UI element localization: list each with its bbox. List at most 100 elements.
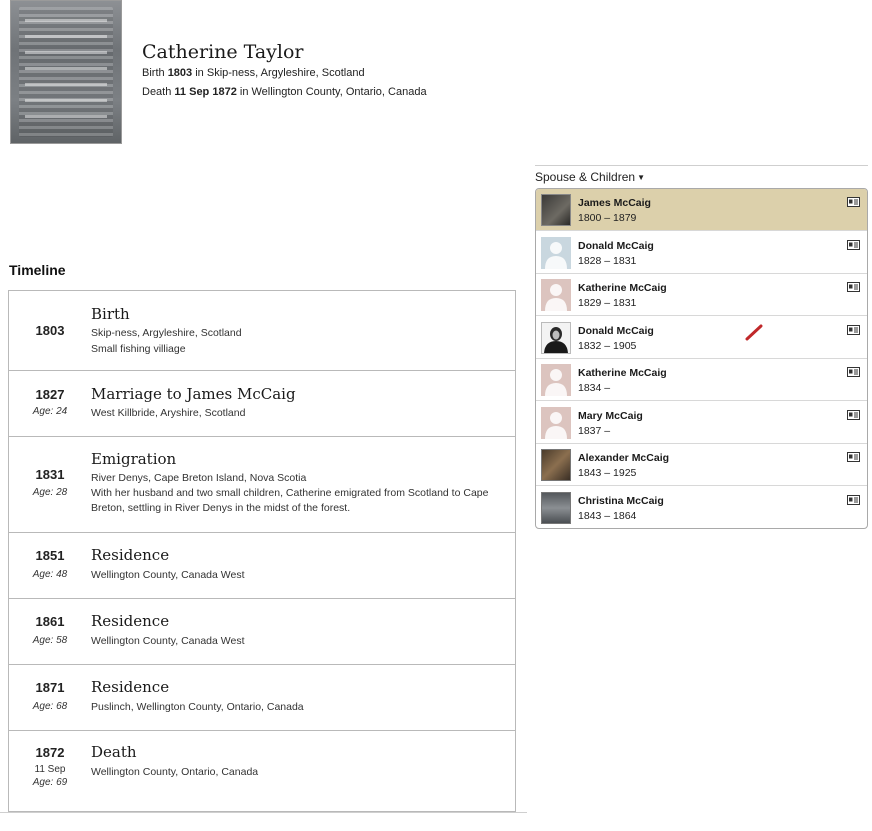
timeline-event[interactable]: 1831 Age: 28 Emigration River Denys, Cap… xyxy=(9,437,515,533)
death-summary: Death 11 Sep 1872 in Wellington County, … xyxy=(142,86,427,98)
profile-card-icon[interactable] xyxy=(847,494,860,505)
page-divider xyxy=(0,812,527,813)
family-member-row[interactable]: James McCaig 1800 – 1879 xyxy=(536,189,867,231)
event-year: 1803 xyxy=(35,323,65,338)
person-name: Catherine Taylor xyxy=(142,41,304,63)
member-dates: 1829 – 1831 xyxy=(578,297,637,309)
member-dates: 1837 – xyxy=(578,424,611,437)
event-title: Marriage to James McCaig xyxy=(91,385,296,403)
member-name[interactable]: James McCaig xyxy=(578,197,651,209)
member-dates: 1832 – 1905 xyxy=(578,339,637,352)
birth-date: 1803 xyxy=(167,67,193,79)
profile-card-icon[interactable] xyxy=(847,409,860,420)
member-name[interactable]: Christina McCaig xyxy=(578,495,664,507)
profile-card-icon[interactable] xyxy=(847,324,860,335)
member-photo xyxy=(541,491,571,524)
event-age: Age: 24 xyxy=(32,406,68,417)
headstone-engraving xyxy=(25,35,107,38)
profile-card-icon[interactable] xyxy=(847,239,860,250)
event-title: Death xyxy=(91,743,137,761)
family-member-row[interactable]: Katherine McCaig 1829 – 1831 xyxy=(536,274,867,316)
event-age: Age: 28 xyxy=(32,487,68,498)
member-dates: 1834 – xyxy=(578,382,611,394)
member-dates: 1843 – 1925 xyxy=(578,467,637,479)
family-member-row[interactable]: Donald McCaig 1828 – 1831 xyxy=(536,232,867,274)
event-age: Age: 58 xyxy=(32,635,68,646)
event-year: 1827 xyxy=(35,387,65,402)
timeline-list: 1803 Birth Skip-ness, Argyleshire, Scotl… xyxy=(8,290,516,812)
pencil-mark-icon xyxy=(745,324,763,341)
timeline-event[interactable]: 1861 Age: 58 Residence Wellington County… xyxy=(9,599,515,665)
family-dropdown[interactable]: Spouse & Children ▼ xyxy=(535,170,645,184)
event-place: Wellington County, Ontario, Canada xyxy=(91,766,259,778)
family-member-row[interactable]: Mary McCaig 1837 – xyxy=(536,402,867,444)
silhouette-icon xyxy=(541,279,571,311)
event-year: 1831 xyxy=(35,467,65,482)
birth-label: Birth xyxy=(142,67,165,79)
birth-place: in Skip-ness, Argyleshire, Scotland xyxy=(195,67,365,79)
headstone-engraving xyxy=(25,67,107,70)
member-dates: 1800 – 1879 xyxy=(578,212,637,224)
family-title-label: Spouse & Children xyxy=(535,170,636,184)
event-note: With her husband and two small children,… xyxy=(91,487,489,514)
member-photo xyxy=(541,449,571,481)
family-member-row[interactable]: Christina McCaig 1843 – 1864 xyxy=(536,487,867,528)
member-photo xyxy=(541,194,571,226)
event-age: Age: 69 xyxy=(32,777,68,788)
family-member-row[interactable]: Alexander McCaig 1843 – 1925 xyxy=(536,444,867,486)
death-label: Death xyxy=(142,86,172,98)
event-place: Skip-ness, Argyleshire, Scotland xyxy=(91,327,242,339)
headstone-engraving xyxy=(25,51,107,54)
section-divider xyxy=(535,165,868,166)
member-name[interactable]: Katherine McCaig xyxy=(578,282,667,294)
profile-card-icon[interactable] xyxy=(847,367,860,377)
event-title: Residence xyxy=(91,678,170,696)
family-member-row[interactable]: Katherine McCaig 1834 – xyxy=(536,359,867,401)
event-date: 11 Sep xyxy=(34,764,66,775)
member-dates: 1843 – 1864 xyxy=(578,509,637,522)
event-year: 1851 xyxy=(35,548,65,563)
death-date: 11 Sep 1872 xyxy=(174,86,237,98)
event-title: Emigration xyxy=(91,450,177,468)
caret-down-icon: ▼ xyxy=(637,173,645,183)
event-place: River Denys, Cape Breton Island, Nova Sc… xyxy=(91,472,307,484)
profile-card-icon[interactable] xyxy=(847,452,860,462)
event-year: 1871 xyxy=(35,680,65,695)
profile-photo[interactable] xyxy=(10,0,122,144)
timeline-event[interactable]: 1871 Age: 68 Residence Puslinch, Welling… xyxy=(9,665,515,731)
member-name[interactable]: Katherine McCaig xyxy=(578,367,667,379)
event-age: Age: 68 xyxy=(32,701,68,712)
family-list: James McCaig 1800 – 1879 Donald McCaig 1828… xyxy=(535,188,868,529)
member-name[interactable]: Donald McCaig xyxy=(578,325,654,337)
event-year: 1872 xyxy=(35,745,65,760)
member-photo xyxy=(541,321,571,354)
event-title: Residence xyxy=(91,546,170,564)
family-member-row[interactable]: Donald McCaig 1832 – 1905 xyxy=(536,317,867,359)
event-place: Wellington County, Canada West xyxy=(91,569,245,581)
silhouette-icon xyxy=(541,364,571,396)
event-title: Birth xyxy=(91,305,130,323)
event-age: Age: 48 xyxy=(32,569,68,580)
timeline-event[interactable]: 1827 Age: 24 Marriage to James McCaig We… xyxy=(9,371,515,437)
member-name[interactable]: Donald McCaig xyxy=(578,240,654,252)
headstone-engraving xyxy=(25,99,107,102)
member-name[interactable]: Mary McCaig xyxy=(578,410,643,422)
timeline-heading: Timeline xyxy=(9,262,66,278)
headstone-engraving xyxy=(25,19,107,22)
event-title: Residence xyxy=(91,612,170,630)
event-place: Wellington County, Canada West xyxy=(91,635,245,647)
silhouette-icon xyxy=(541,236,571,269)
event-place: West Killbride, Aryshire, Scotland xyxy=(91,407,246,419)
timeline-event[interactable]: 1803 Birth Skip-ness, Argyleshire, Scotl… xyxy=(9,291,515,371)
timeline-event[interactable]: 1851 Age: 48 Residence Wellington County… xyxy=(9,533,515,599)
member-name[interactable]: Alexander McCaig xyxy=(578,452,669,464)
profile-card-icon[interactable] xyxy=(847,282,860,292)
headstone-engraving xyxy=(25,83,107,86)
timeline-event[interactable]: 1872 11 Sep Age: 69 Death Wellington Cou… xyxy=(9,731,515,811)
silhouette-icon xyxy=(541,406,571,439)
event-place: Puslinch, Wellington County, Ontario, Ca… xyxy=(91,701,304,713)
headstone-engraving xyxy=(25,115,107,118)
birth-summary: Birth 1803 in Skip-ness, Argyleshire, Sc… xyxy=(142,67,365,79)
event-year: 1861 xyxy=(35,614,65,629)
profile-card-icon[interactable] xyxy=(847,197,860,207)
